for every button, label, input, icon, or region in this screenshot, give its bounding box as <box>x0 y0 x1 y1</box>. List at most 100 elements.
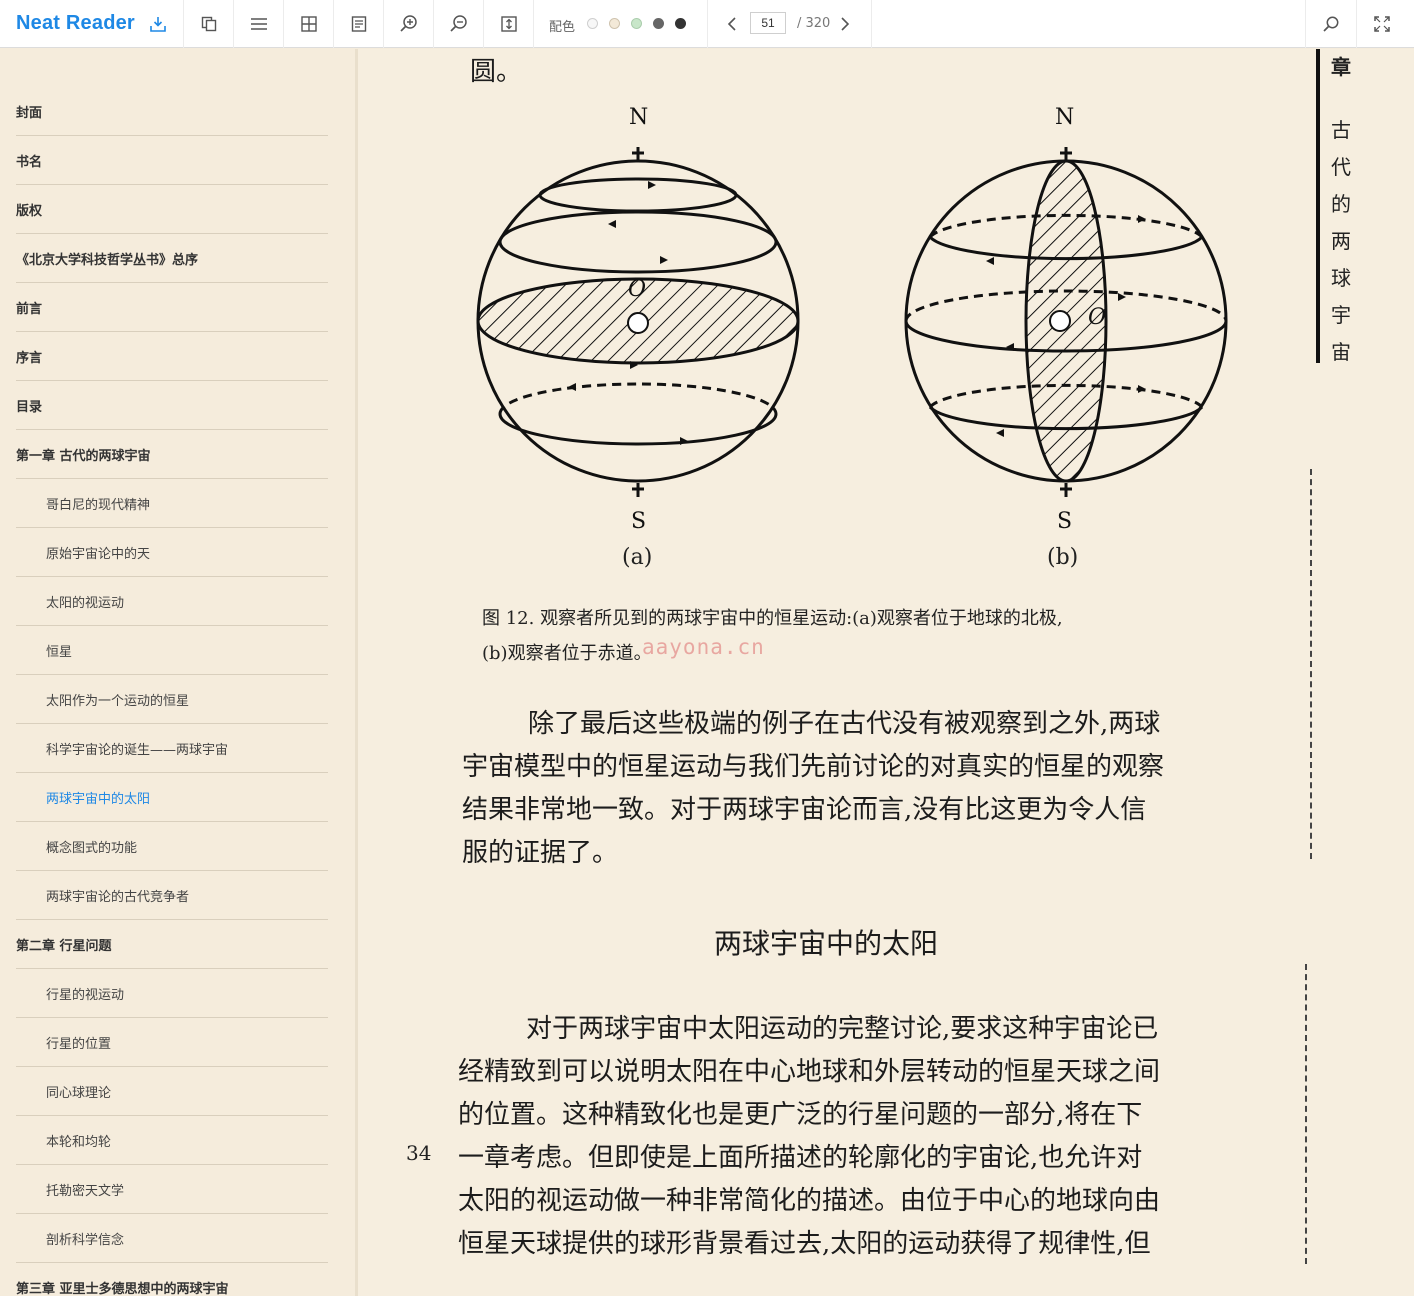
paragraph-line: 对于两球宇宙中太阳运动的完整讨论,要求这种宇宙论已 <box>526 1014 1159 1044</box>
theme-label: 配色 <box>549 20 576 35</box>
toc-item[interactable]: 书名 <box>16 137 328 185</box>
theme-swatch-white[interactable] <box>587 18 598 29</box>
toc-item[interactable]: 目录 <box>16 382 328 430</box>
toc-item[interactable]: 两球宇宙中的太阳 <box>16 774 328 822</box>
margin-rule-dashed <box>1310 469 1313 859</box>
grid-icon <box>300 16 317 32</box>
running-title-char: 宙 <box>1331 340 1351 364</box>
toc-list-button[interactable] <box>233 0 283 48</box>
toc-item[interactable]: 概念图式的功能 <box>16 823 328 871</box>
toc-item-label: 书名 <box>16 155 43 170</box>
toc-item-label: 两球宇宙中的太阳 <box>46 792 151 807</box>
toc-item[interactable]: 同心球理论 <box>16 1068 328 1116</box>
figure-12b-celestial-sphere <box>904 147 1228 497</box>
paragraph-line: 的位置。这种精致化也是更广泛的行星问题的一部分,将在下 <box>458 1100 1143 1130</box>
toc-item-label: 《北京大学科技哲学丛书》总序 <box>16 253 199 268</box>
toc-item[interactable]: 《北京大学科技哲学丛书》总序 <box>16 235 328 283</box>
search-button[interactable] <box>1306 0 1356 48</box>
toc-item[interactable]: 前言 <box>16 284 328 332</box>
toolbar: Neat Reader 配色 / 320 <box>0 0 1414 48</box>
toc-item-label: 版权 <box>16 204 43 219</box>
zoom-out-icon <box>449 15 467 32</box>
toc-item-label: 第一章 古代的两球宇宙 <box>16 449 151 464</box>
page-total: / 320 <box>797 16 831 31</box>
toc-item[interactable]: 行星的位置 <box>16 1019 328 1067</box>
caption-line: 图 12. 观察者所见到的两球宇宙中的恒星运动:(a)观察者位于地球的北极, <box>482 608 1063 629</box>
toc-item[interactable]: 恒星 <box>16 627 328 675</box>
theme-swatch-gray[interactable] <box>653 18 664 29</box>
toc-item[interactable]: 太阳的视运动 <box>16 578 328 626</box>
toc-item[interactable]: 原始宇宙论中的天 <box>16 529 328 577</box>
copy-icon <box>201 16 216 32</box>
figure-caption: 图 12. 观察者所见到的两球宇宙中的恒星运动:(a)观察者位于地球的北极, (… <box>482 601 1242 671</box>
zoom-in-icon <box>399 15 417 32</box>
page-number-input[interactable] <box>750 12 786 34</box>
paragraph-1: 除了最后这些极端的例子在古代没有被观察到之外,两球 宇宙模型中的恒星运动与我们先… <box>462 703 1242 875</box>
running-title-char: 宇 <box>1331 303 1351 327</box>
paragraph-line: 宇宙模型中的恒星运动与我们先前讨论的对真实的恒星的观察 <box>462 752 1165 782</box>
paragraph-line: 除了最后这些极端的例子在古代没有被观察到之外,两球 <box>528 709 1161 739</box>
paragraph-line: 一章考虑。但即使是上面所描述的轮廓化的宇宙论,也允许对 <box>458 1143 1143 1173</box>
paragraph-line: 服的证据了。 <box>462 838 619 868</box>
caption-line: (b)观察者位于赤道。 <box>482 643 652 664</box>
section-heading: 两球宇宙中的太阳 <box>714 927 939 960</box>
south-label-b: S <box>1057 509 1073 534</box>
toc-item[interactable]: 第三章 亚里士多德思想中的两球宇宙 <box>16 1264 328 1296</box>
figure-12a-celestial-sphere <box>476 147 800 497</box>
toc-item[interactable]: 太阳作为一个运动的恒星 <box>16 676 328 724</box>
prev-page-button[interactable] <box>722 14 742 34</box>
copy-button[interactable] <box>183 0 233 48</box>
toc-item[interactable]: 第一章 古代的两球宇宙 <box>16 431 328 479</box>
toc-item[interactable]: 本轮和均轮 <box>16 1117 328 1165</box>
center-label-b: O <box>1088 305 1107 330</box>
paragraph-2: 对于两球宇宙中太阳运动的完整讨论,要求这种宇宙论已 经精致到可以说明太阳在中心地… <box>458 1008 1238 1266</box>
list-icon <box>250 18 267 30</box>
notes-icon <box>351 16 366 32</box>
toc-item-label: 目录 <box>16 400 43 415</box>
running-title-char: 球 <box>1331 266 1351 290</box>
theme-swatch-dark[interactable] <box>675 18 686 29</box>
toc-item-label: 托勒密天文学 <box>46 1184 125 1199</box>
fullscreen-button[interactable] <box>1356 0 1406 48</box>
toc-item[interactable]: 版权 <box>16 186 328 234</box>
next-page-button[interactable] <box>835 14 855 34</box>
toc-item[interactable]: 两球宇宙论的古代竞争者 <box>16 872 328 920</box>
import-button[interactable] <box>140 0 176 48</box>
toc-list: 封面书名版权《北京大学科技哲学丛书》总序 前言序言目录第一章 古代的两球宇宙哥白尼… <box>16 88 328 1296</box>
toc-item-label: 两球宇宙论的古代竞争者 <box>46 890 190 905</box>
toc-item-label: 前言 <box>16 302 43 317</box>
grid-view-button[interactable] <box>283 0 333 48</box>
toc-item[interactable]: 封面 <box>16 88 328 136</box>
toc-item-label: 太阳作为一个运动的恒星 <box>46 694 190 709</box>
notes-button[interactable] <box>333 0 383 48</box>
toc-item[interactable]: 托勒密天文学 <box>16 1166 328 1214</box>
running-title-char: 章 <box>1331 55 1351 79</box>
paragraph-line: 恒星天球提供的球形背景看过去,太阳的运动获得了规律性,但 <box>458 1229 1151 1259</box>
app-brand: Neat Reader <box>16 12 135 34</box>
toc-item[interactable]: 剖析科学信念 <box>16 1215 328 1263</box>
toc-item[interactable]: 序言 <box>16 333 328 381</box>
toc-item-label: 行星的视运动 <box>46 988 125 1003</box>
theme-swatch-green[interactable] <box>631 18 642 29</box>
page-top-fragment: 圆。 <box>470 57 523 87</box>
toc-item[interactable]: 行星的视运动 <box>16 970 328 1018</box>
zoom-in-button[interactable] <box>383 0 433 48</box>
search-icon <box>1323 16 1339 32</box>
fit-height-button[interactable] <box>483 0 533 48</box>
page-number: 34 <box>406 1141 432 1165</box>
margin-rule <box>1316 49 1320 363</box>
toc-item-label: 同心球理论 <box>46 1086 112 1101</box>
toc-item-label: 太阳的视运动 <box>46 596 125 611</box>
running-title-char: 代 <box>1331 155 1351 179</box>
toc-item[interactable]: 哥白尼的现代精神 <box>16 480 328 528</box>
paragraph-line: 太阳的视运动做一种非常简化的描述。由位于中心的地球向由 <box>458 1186 1161 1216</box>
running-title-char: 两 <box>1331 229 1351 253</box>
next-page-icon <box>841 17 850 31</box>
zoom-out-button[interactable] <box>433 0 483 48</box>
south-label-a: S <box>631 509 647 534</box>
toc-item[interactable]: 科学宇宙论的诞生——两球宇宙 <box>16 725 328 773</box>
toc-item[interactable]: 第二章 行星问题 <box>16 921 328 969</box>
toc-sidebar: 封面书名版权《北京大学科技哲学丛书》总序 前言序言目录第一章 古代的两球宇宙哥白尼… <box>0 49 356 1296</box>
prev-page-icon <box>727 17 736 31</box>
theme-swatch-sepia[interactable] <box>609 18 620 29</box>
